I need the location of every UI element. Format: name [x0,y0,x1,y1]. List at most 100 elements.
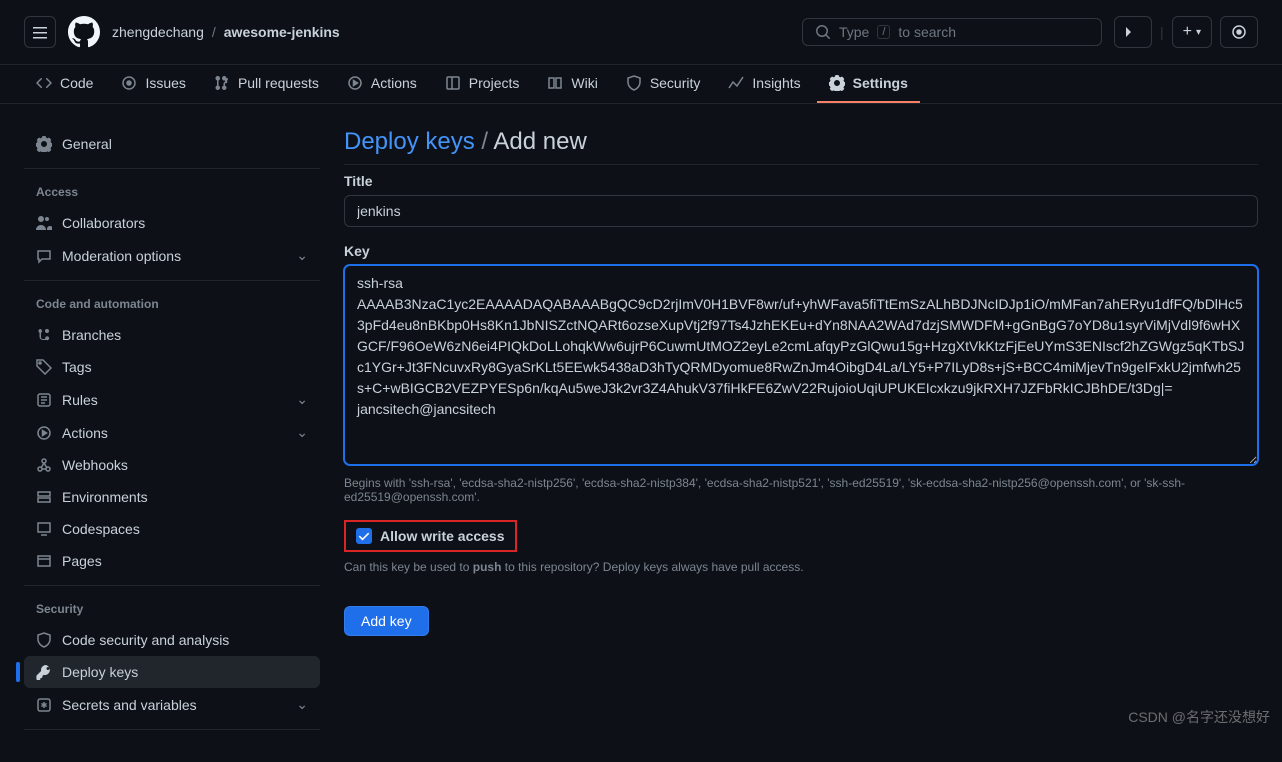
terminal-icon [1125,24,1141,40]
key-icon [36,664,52,680]
sidebar-deploy-keys[interactable]: Deploy keys [24,656,320,688]
shield-icon [36,632,52,648]
nav-projects[interactable]: Projects [433,65,532,103]
nav-label: Wiki [571,75,597,91]
sidebar-collaborators[interactable]: Collaborators [24,207,320,239]
sidebar-webhooks[interactable]: Webhooks [24,449,320,481]
add-key-button[interactable]: Add key [344,606,429,636]
sidebar-actions[interactable]: Actions⌄ [24,416,320,449]
chevron-down-icon: ⌄ [296,696,308,713]
rules-icon [36,392,52,408]
play-icon [36,425,52,441]
nav-insights[interactable]: Insights [716,65,812,103]
nav-label: Issues [145,75,185,91]
key-textarea[interactable] [344,265,1258,465]
issues-tray-button[interactable] [1220,16,1258,48]
repo-nav: Code Issues Pull requests Actions Projec… [0,65,1282,104]
title-label: Title [344,173,1258,189]
search-placeholder-pre: Type [839,24,869,40]
sidebar-secrets[interactable]: Secrets and variables ⌄ [24,688,320,721]
sidebar-rules[interactable]: Rules⌄ [24,383,320,416]
sidebar-tags[interactable]: Tags [24,351,320,383]
pr-icon [214,75,230,91]
sidebar-section-code: Code and automation [24,289,320,319]
sidebar-label: General [62,136,112,152]
nav-pull-requests[interactable]: Pull requests [202,65,331,103]
sidebar-branches[interactable]: Branches [24,319,320,351]
check-icon [358,530,370,542]
nav-code[interactable]: Code [24,65,105,103]
gear-icon [829,75,845,91]
search-input[interactable]: Type / to search [802,18,1102,46]
sidebar-label: Deploy keys [62,664,138,680]
owner-link[interactable]: zhengdechang [112,24,204,40]
title-action: Add new [493,128,586,155]
browser-icon [36,553,52,569]
allow-write-checkbox[interactable] [356,528,372,544]
sidebar-code-security[interactable]: Code security and analysis [24,624,320,656]
people-icon [36,215,52,231]
title-sep: / [481,128,488,155]
sidebar-label: Moderation options [62,248,181,264]
sidebar-label: Tags [62,359,92,375]
nav-label: Settings [853,75,908,91]
circle-dot-icon [1231,24,1247,40]
sidebar-environments[interactable]: Environments [24,481,320,513]
sidebar-general[interactable]: General [24,128,320,160]
codespaces-icon [36,521,52,537]
nav-wiki[interactable]: Wiki [535,65,609,103]
sidebar-pages[interactable]: Pages [24,545,320,577]
slash-key: / [877,25,890,39]
nav-issues[interactable]: Issues [109,65,197,103]
key-note: Begins with 'ssh-rsa', 'ecdsa-sha2-nistp… [344,476,1258,504]
allow-write-checkbox-row[interactable]: Allow write access [344,520,517,552]
github-logo-icon[interactable] [68,16,100,48]
repo-link[interactable]: awesome-jenkins [224,24,340,40]
sidebar-label: Webhooks [62,457,128,473]
nav-label: Code [60,75,93,91]
nav-settings[interactable]: Settings [817,65,920,103]
command-palette-button[interactable] [1114,16,1152,48]
sidebar-label: Code security and analysis [62,632,229,648]
search-placeholder-post: to search [898,24,956,40]
nav-label: Insights [752,75,800,91]
sidebar-label: Pages [62,553,102,569]
branch-icon [36,327,52,343]
allow-write-note: Can this key be used to push to this rep… [344,560,1258,574]
sidebar-section-security: Security [24,594,320,624]
menu-button[interactable] [24,16,56,48]
plus-icon: + [1183,23,1192,41]
graph-icon [728,75,744,91]
nav-label: Projects [469,75,520,91]
main-content: Deploy keys / Add new Title Key Begins w… [344,128,1258,738]
nav-label: Actions [371,75,417,91]
create-new-button[interactable]: + ▾ [1172,16,1212,48]
sidebar-codespaces[interactable]: Codespaces [24,513,320,545]
sidebar-label: Actions [62,425,108,441]
breadcrumb: zhengdechang / awesome-jenkins [112,24,790,40]
hamburger-icon [32,24,48,40]
shield-icon [626,75,642,91]
watermark: CSDN @名字还没想好 [1128,707,1270,727]
nav-label: Security [650,75,701,91]
page-title: Deploy keys / Add new [344,128,1258,165]
title-input[interactable] [344,195,1258,227]
code-icon [36,75,52,91]
comment-icon [36,248,52,264]
sidebar-label: Environments [62,489,148,505]
chevron-down-icon: ⌄ [296,391,308,408]
chevron-down-icon: ▾ [1196,27,1201,38]
nav-security[interactable]: Security [614,65,713,103]
sidebar-moderation[interactable]: Moderation options ⌄ [24,239,320,272]
webhook-icon [36,457,52,473]
nav-label: Pull requests [238,75,319,91]
sidebar-label: Collaborators [62,215,145,231]
nav-actions[interactable]: Actions [335,65,429,103]
book-icon [547,75,563,91]
sidebar-section-access: Access [24,177,320,207]
asterisk-icon [36,697,52,713]
deploy-keys-link[interactable]: Deploy keys [344,128,475,155]
chevron-down-icon: ⌄ [296,247,308,264]
sidebar-label: Branches [62,327,121,343]
sidebar-label: Secrets and variables [62,697,197,713]
